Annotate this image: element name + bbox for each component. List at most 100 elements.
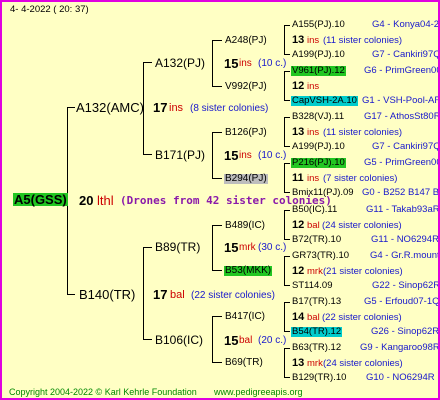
- g4-origin-tag: G5 - Erfoud07-1Q: [364, 296, 440, 307]
- connector-b489-v: [284, 210, 285, 239]
- connector-to-b171pj: [143, 154, 152, 155]
- g3-queen-label[interactable]: B69(TR): [225, 358, 263, 368]
- g4-origin-tag: G0 - B252 B147 B: [362, 187, 440, 198]
- g2-sister-colonies: (10 c.): [258, 150, 287, 161]
- g3-breeding-place: ins: [307, 81, 320, 92]
- g1-queen-label[interactable]: A132(AMC): [76, 101, 144, 114]
- g4-queen-label[interactable]: CapVSH-2A.10: [291, 96, 358, 106]
- g4-queen-label[interactable]: Bmix11(PJ).09: [292, 188, 354, 198]
- connector-b489-down: [284, 239, 290, 240]
- g2-sister-colonies: (10 c.): [258, 58, 287, 69]
- connector-a248-v: [284, 25, 285, 54]
- connector-v992-up: [284, 71, 290, 72]
- g4-queen-label[interactable]: P216(PJ).10: [291, 158, 346, 168]
- connector-b126-v: [284, 117, 285, 146]
- g4-queen-label[interactable]: V961(PJ).12: [291, 66, 346, 76]
- g2-queen-label[interactable]: A132(PJ): [155, 57, 205, 69]
- g4-queen-label[interactable]: B129(TR).10: [292, 373, 346, 383]
- g2-breeding-place: ins: [239, 150, 252, 161]
- g3-sister-colonies: (11 sister colonies): [323, 127, 403, 138]
- g4-origin-tag: G11 - Takab93aR: [366, 204, 440, 215]
- header-date: 4- 4-2022 ( 20: 37): [10, 4, 89, 15]
- connector-to-b53: [212, 270, 222, 271]
- connector-b53-up: [284, 256, 290, 257]
- g1-queen-label[interactable]: B140(TR): [79, 288, 135, 301]
- g3-breeding-place: bal: [307, 220, 320, 231]
- g3-queen-label[interactable]: B417(IC): [225, 312, 265, 322]
- g4-origin-tag: G7 - Cankiri97Q: [372, 141, 440, 152]
- footer-url-link[interactable]: www.pedigreeapis.org: [214, 388, 303, 397]
- g3-breeding-place: mrk: [307, 266, 323, 277]
- queen-root[interactable]: A5(GSS): [13, 193, 68, 206]
- g3-queen-label[interactable]: B294(PJ): [224, 174, 268, 184]
- connector-to-b126: [212, 132, 222, 133]
- g4-queen-label[interactable]: B63(TR).12: [292, 343, 341, 353]
- connector-to-b294: [212, 178, 222, 179]
- connector-to-b417: [212, 316, 222, 317]
- connector-to-a248: [212, 40, 222, 41]
- g2-queen-label[interactable]: B106(IC): [155, 334, 203, 346]
- g3-queen-label[interactable]: A248(PJ): [225, 36, 267, 46]
- g2-sister-colonies: (20 c.): [258, 335, 287, 346]
- g3-queen-label[interactable]: B489(IC): [225, 221, 265, 231]
- g4-origin-tag: G6 - PrimGreen00: [364, 65, 440, 76]
- connector-a248-down: [284, 54, 290, 55]
- g4-queen-label[interactable]: A155(PJ).10: [292, 20, 345, 30]
- connector-b106ic-v: [212, 316, 213, 362]
- g4-queen-label[interactable]: B72(TR).10: [292, 235, 341, 245]
- connector-to-b69: [212, 362, 222, 363]
- connector-b126-down: [284, 146, 290, 147]
- g4-queen-label[interactable]: B328(VJ).11: [292, 112, 344, 122]
- g2-queen-label[interactable]: B171(PJ): [155, 149, 205, 161]
- root-generation-count: 20: [79, 193, 94, 208]
- g2-generation-count: 15: [224, 240, 239, 255]
- g1-generation-count: 17: [153, 100, 168, 115]
- g4-queen-label[interactable]: B50(IC).11: [292, 205, 337, 215]
- g4-origin-tag: G4 - Gr.R.mounta: [370, 250, 440, 261]
- g3-generation-count: 12: [292, 219, 305, 231]
- g3-breeding-place: ins: [307, 173, 320, 184]
- connector-b126-up: [284, 117, 290, 118]
- g3-generation-count: 13: [292, 126, 305, 138]
- g3-queen-label[interactable]: V992(PJ): [225, 82, 267, 92]
- g4-origin-tag: G7 - Cankiri97Q: [372, 49, 440, 60]
- g2-queen-label[interactable]: B89(TR): [155, 241, 200, 253]
- connector-a132pj-v: [212, 40, 213, 86]
- connector-b294-v: [284, 163, 285, 192]
- g3-queen-label[interactable]: B53(MKK): [224, 266, 273, 276]
- connector-b417-down: [284, 331, 290, 332]
- connector-b69-down: [284, 377, 290, 378]
- g3-generation-count: 11: [292, 172, 304, 184]
- connector-b53-v: [284, 256, 285, 285]
- footer-copyright: Copyright 2004-2022 © Karl Kehrle Founda…: [9, 387, 197, 397]
- g4-origin-tag: G5 - PrimGreen00: [364, 157, 440, 168]
- connector-to-a132pj: [143, 62, 152, 63]
- g4-queen-label[interactable]: ST114.09: [292, 281, 333, 291]
- g3-sister-colonies: (24 sister colonies): [323, 358, 403, 369]
- connector-to-v992: [212, 86, 222, 87]
- g3-breeding-place: ins: [307, 35, 320, 46]
- g2-breeding-place: ins: [239, 58, 252, 69]
- connector-to-b89tr: [143, 247, 152, 248]
- g4-queen-label[interactable]: B17(TR).13: [292, 297, 341, 307]
- g4-origin-tag: G11 - NO6294R: [371, 234, 439, 245]
- connector-b53-down: [284, 285, 290, 286]
- g2-generation-count: 15: [224, 148, 239, 163]
- g4-queen-label[interactable]: B54(TR).12: [291, 327, 343, 337]
- connector-a248-up: [284, 25, 290, 26]
- g3-generation-count: 12: [292, 80, 305, 92]
- connector-b417-v: [284, 302, 285, 331]
- g4-queen-label[interactable]: GR73(TR).10: [292, 251, 349, 261]
- g4-queen-label[interactable]: A199(PJ).10: [292, 50, 345, 60]
- g4-queen-label[interactable]: A199(PJ).10: [292, 142, 345, 152]
- connector-v992-down: [284, 100, 290, 101]
- g3-sister-colonies: (22 sister colonies): [322, 312, 402, 323]
- g1-sister-colonies: (8 sister colonies): [190, 103, 269, 114]
- g1-sister-colonies: (22 sister colonies): [191, 290, 275, 301]
- connector-b489-up: [284, 210, 290, 211]
- g3-queen-label[interactable]: B126(PJ): [225, 128, 267, 138]
- g4-origin-tag: G26 - Sinop62R: [371, 326, 440, 337]
- root-breeding-place: lthl: [97, 193, 114, 208]
- g2-generation-count: 15: [224, 56, 239, 71]
- g3-sister-colonies: (7 sister colonies): [323, 173, 398, 184]
